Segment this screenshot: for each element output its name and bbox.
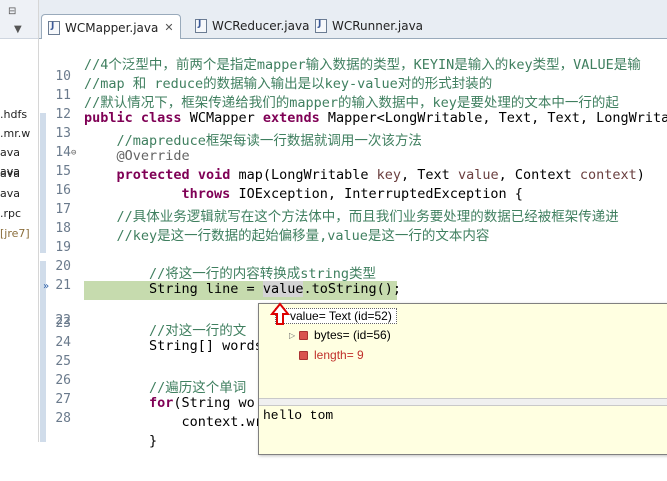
code-text: String[] words (84, 338, 263, 354)
code-line[interactable]: 13 public class WCMapper extends Mapper<… (39, 110, 667, 141)
detail-pane: hello tom (263, 408, 334, 423)
current-line-code: String line = value.toString(); (84, 281, 401, 297)
tab-wcrunner[interactable]: WCRunner.java (309, 14, 423, 38)
popup-splitter[interactable] (259, 398, 667, 406)
java-file-icon (195, 19, 207, 33)
tree-item[interactable]: .mr.w (0, 127, 30, 140)
code-line[interactable]: 21 //将这一行的内容转换成string类型 (39, 262, 667, 293)
close-icon[interactable]: ✕ (164, 21, 173, 34)
code-line[interactable]: 10 //4个泛型中，前两个是指定mapper输入数据的类型，KEYIN是输入的… (39, 53, 667, 84)
comment: //对这一行的文 (84, 323, 247, 339)
code-line[interactable]: 12 //默认情况下，框架传递给我们的mapper的输入数据中，key是要处理的… (39, 91, 667, 122)
package-explorer-toolbar: ⊟ ▼ (0, 0, 38, 39)
code-line[interactable]: 19 //key是这一行数据的起始偏移量,value是这一行的文本内容 (39, 224, 667, 255)
editor-tab-bar: WCMapper.java ✕ WCReducer.java WCRunner.… (39, 0, 667, 40)
tab-label: WCReducer.java (212, 19, 310, 33)
throws-clause: throws IOException, InterruptedException… (181, 186, 523, 202)
tab-wcreducer[interactable]: WCReducer.java (189, 14, 309, 38)
comment: //key是这一行数据的起始偏移量,value是这一行的文本内容 (84, 228, 490, 244)
collapse-all-icon[interactable]: ⊟ (8, 6, 16, 17)
tree-node-value[interactable]: value= Text (id=52) (275, 308, 397, 324)
code-line[interactable]: 16 protected void map(LongWritable key, … (39, 167, 667, 198)
debug-pointer-icon: » (43, 281, 50, 292)
code-line[interactable]: 20 (39, 243, 667, 274)
annotation: @Override (84, 148, 190, 164)
code-line[interactable]: 14 //mapreduce框架每读一行数据就调用一次该方法 (39, 129, 667, 160)
tree-item[interactable]: ava (0, 187, 20, 200)
code-line[interactable]: 15 ⊖ @Override (39, 148, 667, 179)
field-icon (299, 330, 308, 340)
comment: //遍历这个单词 (84, 380, 247, 396)
for-loop: for(String wo (149, 395, 255, 411)
code-line[interactable]: 11 //map 和 reduce的数据输入输出是以key-value对的形式封… (39, 72, 667, 103)
java-file-icon (48, 20, 60, 35)
code-text: } (84, 433, 158, 449)
code-line-current[interactable]: » 22 String line = value.toString(); (39, 281, 667, 328)
field-icon (299, 350, 308, 360)
tree-item[interactable]: ava (0, 146, 20, 159)
comment: //具体业务逻辑就写在这个方法体中，而且我们业务要处理的数据已经被框架传递进 (84, 209, 619, 225)
comment: //4个泛型中，前两个是指定mapper输入数据的类型，KEYIN是输入的key… (84, 57, 641, 73)
view-menu-icon[interactable]: ▼ (14, 24, 22, 35)
java-file-icon (315, 19, 327, 33)
package-explorer: ⊟ ▼ .hdfs .mr.w ava ava ava ava .rpc [jr… (0, 0, 39, 442)
comment: //将这一行的内容转换成string类型 (84, 266, 377, 282)
tree-node-bytes[interactable]: ▷ bytes= (id=56) (289, 328, 391, 342)
tree-item-jre[interactable]: [jre7] (0, 227, 30, 240)
code-line[interactable]: 17 throws IOException, InterruptedExcept… (39, 186, 667, 217)
tree-item[interactable]: .rpc (0, 207, 21, 220)
tab-label: WCRunner.java (332, 19, 424, 33)
mouse-cursor-icon (269, 302, 291, 325)
method-signature: protected void map(LongWritable key, Tex… (116, 167, 645, 183)
code-text: context.wr (84, 414, 263, 430)
comment: //默认情况下，框架传递给我们的mapper的输入数据中，key是要处理的文本中… (84, 95, 619, 111)
tree-item[interactable]: .hdfs (0, 108, 27, 121)
class-declaration: public class WCMapper extends Mapper<Lon… (84, 110, 667, 126)
tab-label: WCMapper.java (65, 20, 159, 35)
tab-wcmapper[interactable]: WCMapper.java ✕ (41, 14, 181, 40)
variable-inspect-popup[interactable]: value= Text (id=52) ▷ bytes= (id=56) len… (258, 303, 667, 455)
comment: //map 和 reduce的数据输入输出是以key-value对的形式封装的 (84, 76, 493, 92)
tree-node-length[interactable]: length= 9 (299, 348, 364, 362)
comment: //mapreduce框架每读一行数据就调用一次该方法 (84, 133, 422, 149)
code-line[interactable]: 18 //具体业务逻辑就写在这个方法体中，而且我们业务要处理的数据已经被框架传递… (39, 205, 667, 236)
expand-icon[interactable]: ▷ (289, 331, 299, 340)
tree-item[interactable]: ava (0, 167, 20, 180)
fold-toggle-icon[interactable]: ⊖ (71, 148, 76, 158)
